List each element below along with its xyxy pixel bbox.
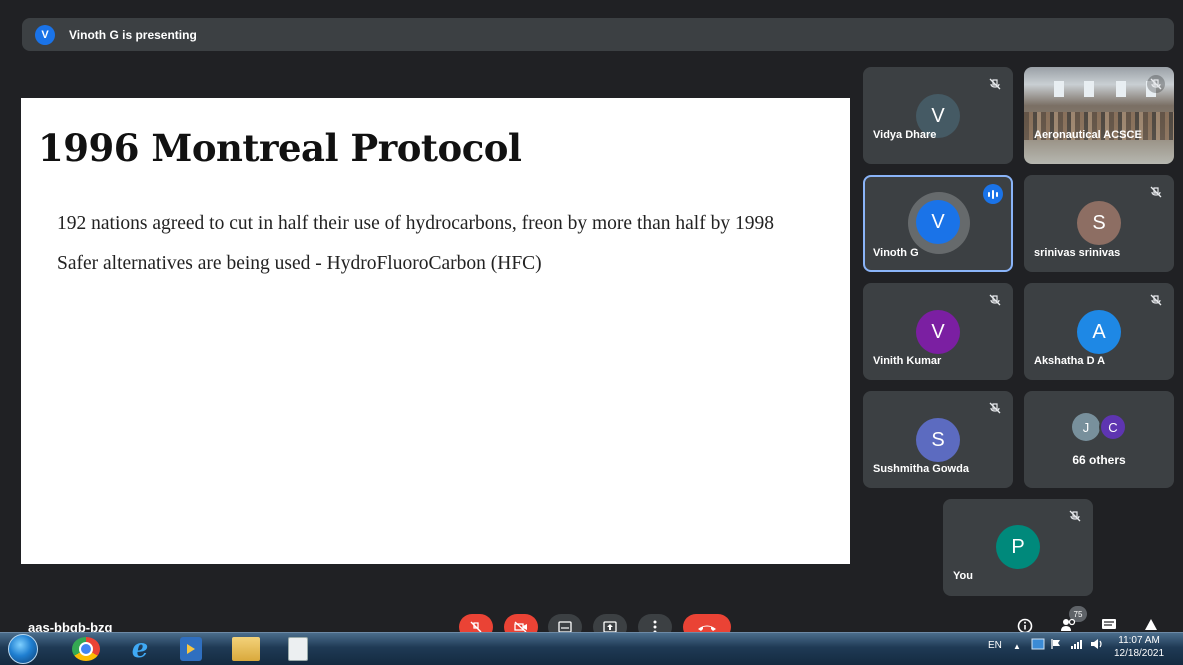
participant-name: Vinith Kumar <box>873 355 942 367</box>
participant-name: Akshatha D A <box>1034 355 1106 367</box>
signal-tray-icon[interactable] <box>1070 638 1084 653</box>
participant-name: Sushmitha Gowda <box>873 463 969 475</box>
mic-off-icon <box>986 291 1004 309</box>
show-hidden-icons-icon[interactable]: ▲ <box>1013 642 1021 651</box>
participant-video-tile[interactable]: Aeronautical ACSCE <box>1024 67 1174 164</box>
speaking-indicator-icon <box>983 184 1003 204</box>
chrome-icon[interactable] <box>72 637 100 661</box>
volume-tray-icon[interactable] <box>1090 638 1104 653</box>
avatar: A <box>1077 310 1121 354</box>
participant-name: Vidya Dhare <box>873 129 937 141</box>
participant-tile[interactable]: S srinivas srinivas <box>1024 175 1174 272</box>
presentation-slide: 1996 Montreal Protocol 192 nations agree… <box>21 98 850 564</box>
window-shape <box>1116 81 1126 97</box>
app-window-icon[interactable] <box>288 637 308 661</box>
presenting-label: Vinoth G is presenting <box>69 27 197 42</box>
end-call-icon <box>698 625 716 631</box>
others-count: 66 others <box>1072 453 1126 467</box>
avatar: S <box>916 418 960 462</box>
network-tray-icon[interactable] <box>1031 638 1045 653</box>
meet-window: V Vinoth G is presenting 1996 Montreal P… <box>0 0 1183 665</box>
participant-name: You <box>953 570 973 582</box>
participant-name: Aeronautical ACSCE <box>1034 129 1142 141</box>
avatar: V <box>916 200 960 244</box>
participant-tile[interactable]: V Vinith Kumar <box>863 283 1013 380</box>
mic-off-icon <box>986 75 1004 93</box>
participant-tile-active[interactable]: V Vinoth G <box>863 175 1013 272</box>
file-explorer-icon[interactable] <box>232 637 260 661</box>
participant-tile[interactable]: S Sushmitha Gowda <box>863 391 1013 488</box>
self-tile[interactable]: P You <box>943 499 1093 596</box>
window-shape <box>1054 81 1064 97</box>
slide-bullet: 192 nations agreed to cut in half their … <box>57 213 774 234</box>
mic-off-icon <box>1066 507 1084 525</box>
participant-tile[interactable]: V Vidya Dhare <box>863 67 1013 164</box>
avatar: S <box>1077 201 1121 245</box>
internet-explorer-icon[interactable]: e <box>126 634 154 664</box>
taskbar-clock[interactable]: 11:07 AM 12/18/2021 <box>1114 634 1164 660</box>
avatar: J <box>1072 413 1100 441</box>
media-player-icon[interactable] <box>180 637 202 661</box>
mic-off-icon <box>986 399 1004 417</box>
avatar: V <box>916 310 960 354</box>
participant-name: Vinoth G <box>873 247 919 259</box>
flag-tray-icon[interactable] <box>1050 638 1062 653</box>
slide-title: 1996 Montreal Protocol <box>38 126 522 170</box>
mic-off-icon <box>1147 291 1165 309</box>
slide-bullet: Safer alternatives are being used - Hydr… <box>57 253 542 274</box>
clock-time: 11:07 AM <box>1118 635 1160 646</box>
avatar: P <box>996 525 1040 569</box>
presenting-banner: V Vinoth G is presenting <box>22 18 1174 51</box>
slide-bullets: 192 nations agreed to cut in half their … <box>57 210 797 290</box>
window-shape <box>1084 81 1094 97</box>
mic-off-icon <box>1147 183 1165 201</box>
avatar: C <box>1099 413 1127 441</box>
others-tile[interactable]: J C 66 others <box>1024 391 1174 488</box>
language-indicator[interactable]: EN <box>988 640 1002 651</box>
participant-name: srinivas srinivas <box>1034 247 1121 259</box>
participant-tile[interactable]: A Akshatha D A <box>1024 283 1174 380</box>
presenter-avatar: V <box>35 24 55 45</box>
clock-date: 12/18/2021 <box>1114 648 1165 659</box>
windows-taskbar: e <box>0 632 1183 665</box>
mic-off-icon <box>1147 75 1165 93</box>
start-button-icon[interactable] <box>8 634 38 664</box>
